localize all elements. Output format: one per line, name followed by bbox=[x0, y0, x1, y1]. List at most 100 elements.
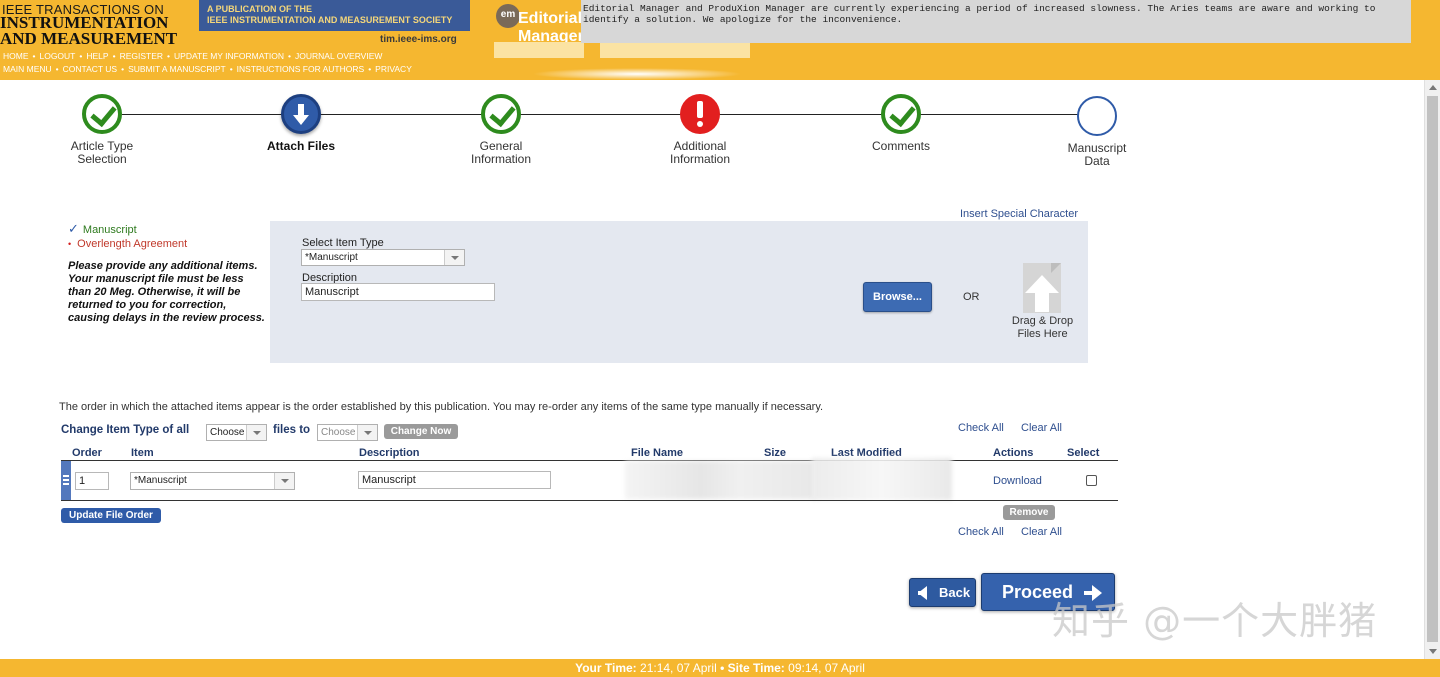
footer-separator: • bbox=[720, 661, 725, 675]
upload-instruction: Please provide any additional items. You… bbox=[68, 260, 265, 324]
nav-privacy[interactable]: PRIVACY bbox=[375, 64, 412, 74]
nav-separator: • bbox=[167, 51, 171, 61]
footer-time-bar: Your Time: 21:14, 07 April • Site Time: … bbox=[0, 659, 1440, 677]
exclamation-circle-icon bbox=[680, 94, 720, 134]
table-top-rule bbox=[61, 460, 1118, 461]
insert-special-character-link[interactable]: Insert Special Character bbox=[960, 208, 1078, 220]
nav-update-info[interactable]: UPDATE MY INFORMATION bbox=[174, 51, 284, 61]
row-description-input[interactable]: Manuscript bbox=[358, 471, 551, 489]
nav-separator: • bbox=[121, 64, 125, 74]
site-time-label: Site Time: bbox=[727, 661, 785, 675]
required-item-complete: ✓ Manuscript bbox=[68, 221, 137, 236]
site-time-value: 09:14, 07 April bbox=[788, 661, 865, 675]
check-all-link-bottom[interactable]: Check All bbox=[958, 526, 1004, 538]
download-link[interactable]: Download bbox=[993, 475, 1042, 487]
change-now-button[interactable]: Change Now bbox=[384, 424, 458, 439]
system-notice: Editorial Manager and ProduXion Manager … bbox=[581, 0, 1411, 43]
blurred-region bbox=[600, 42, 750, 58]
nav-separator: • bbox=[32, 51, 36, 61]
column-select: Select bbox=[1067, 447, 1100, 459]
scrollbar-thumb[interactable] bbox=[1427, 96, 1438, 642]
scroll-down-arrow-icon[interactable] bbox=[1429, 649, 1437, 654]
nav-journal-overview[interactable]: JOURNAL OVERVIEW bbox=[295, 51, 382, 61]
journal-site-url: tim.ieee-ims.org bbox=[380, 34, 457, 45]
nav-home[interactable]: HOME bbox=[3, 51, 29, 61]
update-file-order-button[interactable]: Update File Order bbox=[61, 508, 161, 523]
top-nav-row-1: HOME • LOGOUT • HELP • REGISTER • UPDATE MY INFO… bbox=[3, 51, 382, 61]
empty-circle-icon bbox=[1077, 96, 1117, 136]
column-size: Size bbox=[764, 447, 787, 459]
column-order: Order bbox=[72, 447, 102, 459]
logo-glow bbox=[532, 68, 742, 80]
browse-button[interactable]: Browse... bbox=[863, 282, 932, 312]
journal-line-3: AND MEASUREMENT bbox=[0, 29, 178, 48]
nav-instructions[interactable]: INSTRUCTIONS FOR AUTHORS bbox=[237, 64, 365, 74]
down-arrow-icon bbox=[281, 94, 321, 134]
column-actions: Actions bbox=[993, 447, 1034, 459]
or-label: OR bbox=[963, 291, 980, 303]
table-bottom-rule bbox=[61, 500, 1118, 501]
check-all-link[interactable]: Check All bbox=[958, 422, 1004, 434]
back-button[interactable]: Back bbox=[909, 578, 976, 607]
row-item-type-select[interactable]: *Manuscript bbox=[130, 472, 295, 490]
step-manuscript-data[interactable]: Manuscript Data bbox=[1037, 96, 1157, 168]
nav-submit-manuscript[interactable]: SUBMIT A MANUSCRIPT bbox=[128, 64, 226, 74]
publication-banner: A PUBLICATION OF THE IEEE INSTRUMENTATIO… bbox=[199, 0, 470, 31]
journal-logo[interactable]: IEEE TRANSACTIONS ON INSTRUMENTATION AND… bbox=[0, 0, 198, 48]
step-label: Attach Files bbox=[266, 139, 335, 153]
step-comments[interactable]: Comments bbox=[841, 94, 961, 153]
step-attach-files[interactable]: Attach Files bbox=[241, 94, 361, 153]
watermark: 知乎 @一个大胖猪 bbox=[1052, 599, 1378, 643]
editorial-manager-page: IEEE TRANSACTIONS ON INSTRUMENTATION AND… bbox=[0, 0, 1440, 677]
bullet-icon: • bbox=[68, 239, 72, 249]
editorial-manager-logo: em Editorial Manager bbox=[496, 2, 584, 45]
nav-main-menu[interactable]: MAIN MENU bbox=[3, 64, 52, 74]
nav-contact-us[interactable]: CONTACT US bbox=[63, 64, 117, 74]
blurred-region bbox=[494, 42, 584, 58]
change-from-select[interactable]: Choose bbox=[206, 424, 267, 441]
drag-drop-zone-label[interactable]: Drag & Drop Files Here bbox=[1000, 315, 1085, 341]
scroll-up-arrow-icon[interactable] bbox=[1429, 85, 1437, 90]
vertical-scrollbar[interactable] bbox=[1424, 80, 1440, 659]
chevron-down-icon bbox=[444, 250, 464, 265]
your-time-value: 21:14, 07 April bbox=[640, 661, 717, 675]
nav-separator: • bbox=[55, 64, 59, 74]
step-general-information[interactable]: General Information bbox=[441, 94, 561, 166]
remove-button[interactable]: Remove bbox=[1003, 505, 1055, 520]
change-to-select[interactable]: Choose bbox=[317, 424, 378, 441]
nav-separator: • bbox=[229, 64, 233, 74]
publication-line-1: A PUBLICATION OF THE bbox=[207, 4, 312, 14]
row-select-checkbox[interactable] bbox=[1086, 475, 1097, 486]
files-to-label: files to bbox=[273, 424, 311, 436]
page-fold-icon bbox=[1051, 263, 1061, 273]
check-circle-icon bbox=[481, 94, 521, 134]
em-title: Editorial Manager bbox=[518, 10, 584, 45]
step-article-type[interactable]: Article Type Selection bbox=[42, 94, 162, 166]
blurred-last-modified bbox=[812, 458, 952, 500]
nav-separator: • bbox=[112, 51, 116, 61]
arrow-left-icon bbox=[918, 586, 927, 600]
step-label: Comments bbox=[871, 139, 930, 153]
column-file-name: File Name bbox=[631, 447, 683, 459]
nav-separator: • bbox=[368, 64, 372, 74]
step-label: Article Type Selection bbox=[70, 139, 134, 166]
step-additional-information[interactable]: Additional Information bbox=[640, 94, 760, 166]
chevron-down-icon bbox=[246, 425, 266, 440]
description-input[interactable]: Manuscript bbox=[301, 283, 495, 301]
nav-logout[interactable]: LOGOUT bbox=[39, 51, 75, 61]
nav-help[interactable]: HELP bbox=[86, 51, 108, 61]
clear-all-link-bottom[interactable]: Clear All bbox=[1021, 526, 1062, 538]
check-circle-icon bbox=[82, 94, 122, 134]
chevron-down-icon bbox=[274, 473, 294, 489]
order-input[interactable]: 1 bbox=[75, 472, 109, 490]
clear-all-link[interactable]: Clear All bbox=[1021, 422, 1062, 434]
item-type-select[interactable]: *Manuscript bbox=[301, 249, 465, 266]
drag-handle-icon[interactable] bbox=[61, 461, 71, 500]
nav-register[interactable]: REGISTER bbox=[120, 51, 163, 61]
your-time-label: Your Time: bbox=[575, 661, 637, 675]
check-circle-icon bbox=[881, 94, 921, 134]
em-badge-icon: em bbox=[496, 4, 520, 28]
required-items-list: ✓ Manuscript • Overlength Agreement bbox=[68, 221, 187, 251]
site-header: IEEE TRANSACTIONS ON INSTRUMENTATION AND… bbox=[0, 0, 1440, 80]
column-description: Description bbox=[359, 447, 420, 459]
